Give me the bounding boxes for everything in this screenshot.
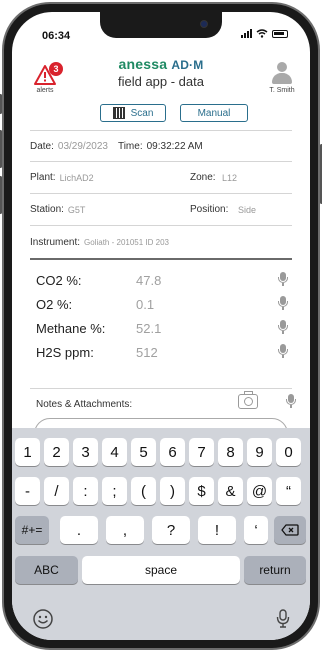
key-comma[interactable]: , xyxy=(106,516,144,544)
zone-label: Zone: xyxy=(190,172,216,183)
phone-frame: 06:34 3 alerts anessa AD·M field app - d… xyxy=(0,2,322,650)
station-position-row: Station: G5T Position: Side xyxy=(30,194,292,226)
date-value: 03/29/2023 xyxy=(57,140,108,152)
backspace-key[interactable] xyxy=(274,516,306,544)
date-label: Date: xyxy=(30,140,54,152)
camera-icon[interactable] xyxy=(238,391,258,409)
scan-button[interactable]: Scan xyxy=(100,104,166,122)
zone-value[interactable]: L12 xyxy=(222,173,237,183)
microphone-icon[interactable] xyxy=(278,296,288,311)
reading-value[interactable]: 0.1 xyxy=(136,297,154,312)
microphone-icon[interactable] xyxy=(278,320,288,335)
key-6[interactable]: 6 xyxy=(160,438,185,466)
section-divider xyxy=(30,258,292,260)
key-quote[interactable]: “ xyxy=(276,477,301,505)
keyboard: 1 2 3 4 5 6 7 8 9 0 - / : ; ( ) $ & @ “ … xyxy=(12,428,310,640)
date-time-row: Date: 03/29/2023 Time: 09:32:22 AM xyxy=(30,130,292,162)
manual-button[interactable]: Manual xyxy=(180,104,248,122)
wifi-icon xyxy=(256,29,268,38)
manual-label: Manual xyxy=(197,107,231,119)
status-icons xyxy=(241,29,288,38)
notch xyxy=(100,12,222,38)
key-close-paren[interactable]: ) xyxy=(160,477,185,505)
key-at[interactable]: @ xyxy=(247,477,272,505)
user-name: T. Smith xyxy=(269,87,295,94)
instrument-label: Instrument: xyxy=(30,236,81,248)
reading-label: H2S ppm: xyxy=(36,344,94,360)
reading-value[interactable]: 512 xyxy=(136,345,158,360)
status-time: 06:34 xyxy=(42,30,71,42)
plant-label: Plant: xyxy=(30,172,56,183)
key-slash[interactable]: / xyxy=(44,477,69,505)
key-0[interactable]: 0 xyxy=(276,438,301,466)
reading-row-methane[interactable]: Methane %: 52.1 xyxy=(36,316,298,340)
key-period[interactable]: . xyxy=(60,516,98,544)
instrument-row: Instrument: Goliath - 201051 ID 203 xyxy=(30,226,292,258)
notes-label: Notes & Attachments: xyxy=(36,399,133,410)
plant-value[interactable]: LichAD2 xyxy=(60,173,94,183)
return-key[interactable]: return xyxy=(244,556,306,584)
key-8[interactable]: 8 xyxy=(218,438,243,466)
reading-row-h2s[interactable]: H2S ppm: 512 xyxy=(36,340,298,364)
key-exclamation[interactable]: ! xyxy=(198,516,236,544)
key-7[interactable]: 7 xyxy=(189,438,214,466)
space-key[interactable]: space xyxy=(82,556,240,584)
key-1[interactable]: 1 xyxy=(15,438,40,466)
time-label: Time: xyxy=(117,140,143,152)
microphone-icon[interactable] xyxy=(278,344,288,359)
user-profile-button[interactable]: T. Smith xyxy=(262,62,302,94)
mode-selector: Scan Manual xyxy=(12,104,310,126)
station-value[interactable]: G5T xyxy=(68,205,86,215)
notes-microphone-icon[interactable] xyxy=(286,394,296,409)
key-open-paren[interactable]: ( xyxy=(131,477,156,505)
station-label: Station: xyxy=(30,204,64,215)
key-dollar[interactable]: $ xyxy=(189,477,214,505)
abc-key[interactable]: ABC xyxy=(15,556,78,584)
reading-label: O2 %: xyxy=(36,296,73,312)
time-value: 09:32:22 AM xyxy=(146,140,203,152)
qr-code-icon xyxy=(112,107,125,119)
screen: 06:34 3 alerts anessa AD·M field app - d… xyxy=(12,12,310,640)
key-more-symbols[interactable]: #+= xyxy=(15,516,49,544)
reading-row-co2[interactable]: CO2 %: 47.8 xyxy=(36,268,298,292)
scan-label: Scan xyxy=(130,107,154,119)
volume-up-button xyxy=(0,130,2,168)
volume-down-button xyxy=(0,176,2,214)
key-5[interactable]: 5 xyxy=(131,438,156,466)
key-9[interactable]: 9 xyxy=(247,438,272,466)
key-question[interactable]: ? xyxy=(152,516,190,544)
key-3[interactable]: 3 xyxy=(73,438,98,466)
reading-label: CO2 %: xyxy=(36,272,82,288)
backspace-icon xyxy=(281,524,299,536)
emoji-icon[interactable] xyxy=(32,608,54,630)
key-semicolon[interactable]: ; xyxy=(102,477,127,505)
microphone-icon[interactable] xyxy=(278,272,288,287)
key-colon[interactable]: : xyxy=(73,477,98,505)
brand-suffix: AD·M xyxy=(171,58,204,72)
key-hyphen[interactable]: - xyxy=(15,477,40,505)
mute-switch xyxy=(0,94,2,114)
dictation-microphone-icon[interactable] xyxy=(276,609,290,629)
brand-name: anessa xyxy=(118,56,168,72)
front-camera-icon xyxy=(200,20,208,28)
avatar-icon xyxy=(271,62,293,86)
reading-label: Methane %: xyxy=(36,320,106,336)
key-4[interactable]: 4 xyxy=(102,438,127,466)
battery-icon xyxy=(272,29,288,38)
key-2[interactable]: 2 xyxy=(44,438,69,466)
signal-icon xyxy=(241,29,252,38)
key-ampersand[interactable]: & xyxy=(218,477,243,505)
position-label: Position: xyxy=(190,204,229,215)
plant-zone-row: Plant: LichAD2 Zone: L12 xyxy=(30,162,292,194)
reading-value[interactable]: 47.8 xyxy=(136,273,161,288)
reading-row-o2[interactable]: O2 %: 0.1 xyxy=(36,292,298,316)
position-value[interactable]: Side xyxy=(238,205,256,215)
reading-value[interactable]: 52.1 xyxy=(136,321,161,336)
key-apostrophe[interactable]: ‘ xyxy=(244,516,268,544)
instrument-value[interactable]: Goliath - 201051 ID 203 xyxy=(84,238,169,247)
